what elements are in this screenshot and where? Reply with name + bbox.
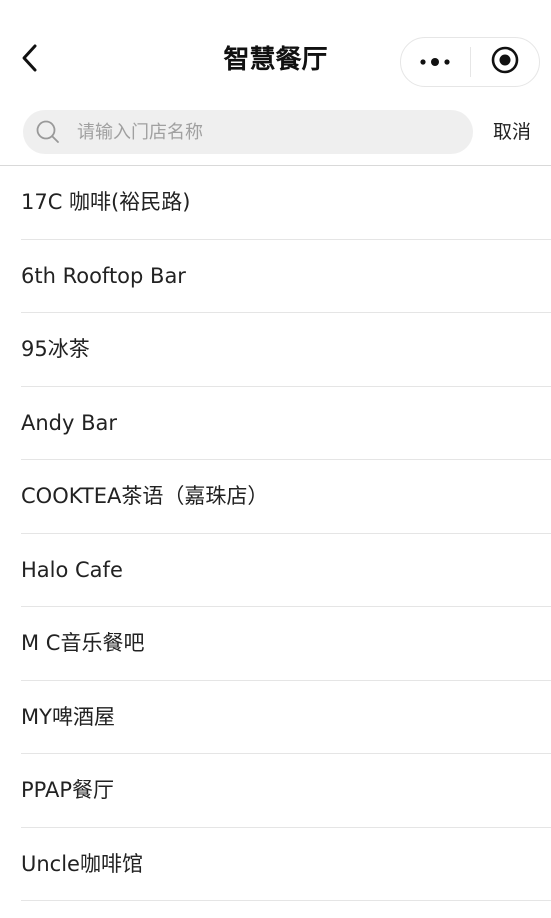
search-input[interactable] — [75, 111, 473, 153]
search-box[interactable] — [23, 110, 473, 154]
list-item[interactable]: Andy Bar — [0, 387, 551, 461]
store-list: 17C 咖啡(裕民路) 6th Rooftop Bar 95冰茶 Andy Ba… — [0, 166, 551, 901]
store-name: COOKTEA茶语（嘉珠店） — [21, 484, 269, 508]
back-button[interactable] — [12, 42, 48, 78]
list-item[interactable]: PPAP餐厅 — [0, 754, 551, 828]
chevron-left-icon — [19, 43, 41, 77]
store-name: 95冰茶 — [21, 337, 90, 361]
list-item[interactable]: 6th Rooftop Bar — [0, 240, 551, 314]
store-name: MY啤酒屋 — [21, 704, 115, 729]
list-item[interactable]: 17C 咖啡(裕民路) — [0, 166, 551, 240]
store-name: Uncle咖啡馆 — [21, 851, 143, 876]
list-item[interactable]: Uncle咖啡馆 — [0, 828, 551, 902]
store-name: 6th Rooftop Bar — [21, 263, 186, 288]
list-item[interactable]: COOKTEA茶语（嘉珠店） — [0, 460, 551, 534]
cancel-button[interactable]: 取消 — [484, 110, 540, 154]
store-name: PPAP餐厅 — [21, 778, 115, 802]
store-name: Halo Cafe — [21, 557, 123, 582]
close-miniprogram-button[interactable] — [471, 38, 540, 86]
store-name: M C音乐餐吧 — [21, 631, 145, 655]
capsule-menu — [400, 37, 540, 87]
target-circle-icon — [490, 45, 520, 79]
more-dots-icon — [419, 53, 451, 72]
store-name: 17C 咖啡(裕民路) — [21, 190, 191, 214]
search-icon — [35, 119, 61, 145]
list-item[interactable]: M C音乐餐吧 — [0, 607, 551, 681]
list-item[interactable]: Halo Cafe — [0, 534, 551, 608]
store-name: Andy Bar — [21, 410, 118, 435]
navigation-bar: 智慧餐厅 — [0, 0, 551, 100]
list-item[interactable]: MY啤酒屋 — [0, 681, 551, 755]
search-bar: 取消 — [0, 100, 551, 164]
list-item[interactable]: 95冰茶 — [0, 313, 551, 387]
more-button[interactable] — [401, 38, 470, 86]
